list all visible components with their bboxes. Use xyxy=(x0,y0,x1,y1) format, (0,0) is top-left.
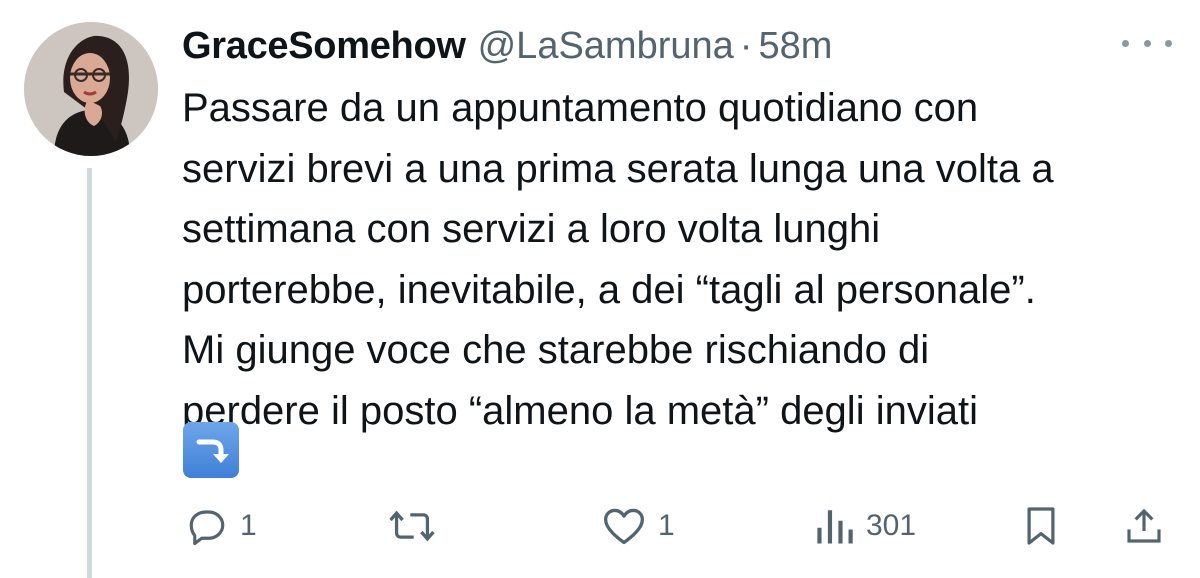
more-dot xyxy=(1122,39,1129,47)
tweet-header: GraceSomehow @LaSambruna · 58m xyxy=(182,22,832,70)
more-options-icon[interactable] xyxy=(1122,28,1172,58)
reply-button[interactable]: 1 xyxy=(186,498,257,554)
separator-dot: · xyxy=(739,24,753,67)
tweet-text-line: Mi giunge voce che starebbe rischiando d… xyxy=(182,328,930,372)
retweet-icon xyxy=(389,510,435,542)
action-bar: 1 1 301 xyxy=(0,498,1200,554)
like-count: 1 xyxy=(658,509,675,542)
avatar-image xyxy=(24,22,158,156)
avatar[interactable] xyxy=(24,22,158,156)
display-name[interactable]: GraceSomehow xyxy=(182,25,466,68)
more-dot xyxy=(1143,39,1151,47)
user-handle[interactable]: @LaSambruna xyxy=(478,25,734,68)
tweet-text-line: settimana con servizi a loro volta lungh… xyxy=(182,207,881,251)
retweet-button[interactable] xyxy=(388,498,448,554)
more-dot xyxy=(1165,39,1172,47)
share-button[interactable] xyxy=(1124,498,1164,554)
views-button[interactable]: 301 xyxy=(814,498,916,554)
views-chart-icon xyxy=(817,510,853,544)
like-button[interactable]: 1 xyxy=(602,498,675,554)
reply-icon xyxy=(189,510,225,546)
bookmark-icon xyxy=(1027,507,1055,545)
tweet-text-line: porterebbe, inevitabile, a dei “tagli al… xyxy=(182,267,1036,312)
tweet-text-line: servizi brevi a una prima serata lunga u… xyxy=(182,146,1054,191)
bookmark-button[interactable] xyxy=(1024,498,1058,554)
share-icon xyxy=(1127,508,1161,543)
tweet-text: Passare da un appuntamento quotidiano co… xyxy=(182,78,1172,441)
heart-icon xyxy=(604,508,644,545)
views-count: 301 xyxy=(866,509,917,542)
tweet-text-line: Passare da un appuntamento quotidiano co… xyxy=(182,86,979,130)
arrow-curving-down-icon xyxy=(183,422,239,478)
tweet-text-line: perdere il posto “almeno la metà” degli … xyxy=(182,388,978,433)
timestamp[interactable]: 58m xyxy=(758,25,832,68)
reply-count: 1 xyxy=(240,509,257,542)
